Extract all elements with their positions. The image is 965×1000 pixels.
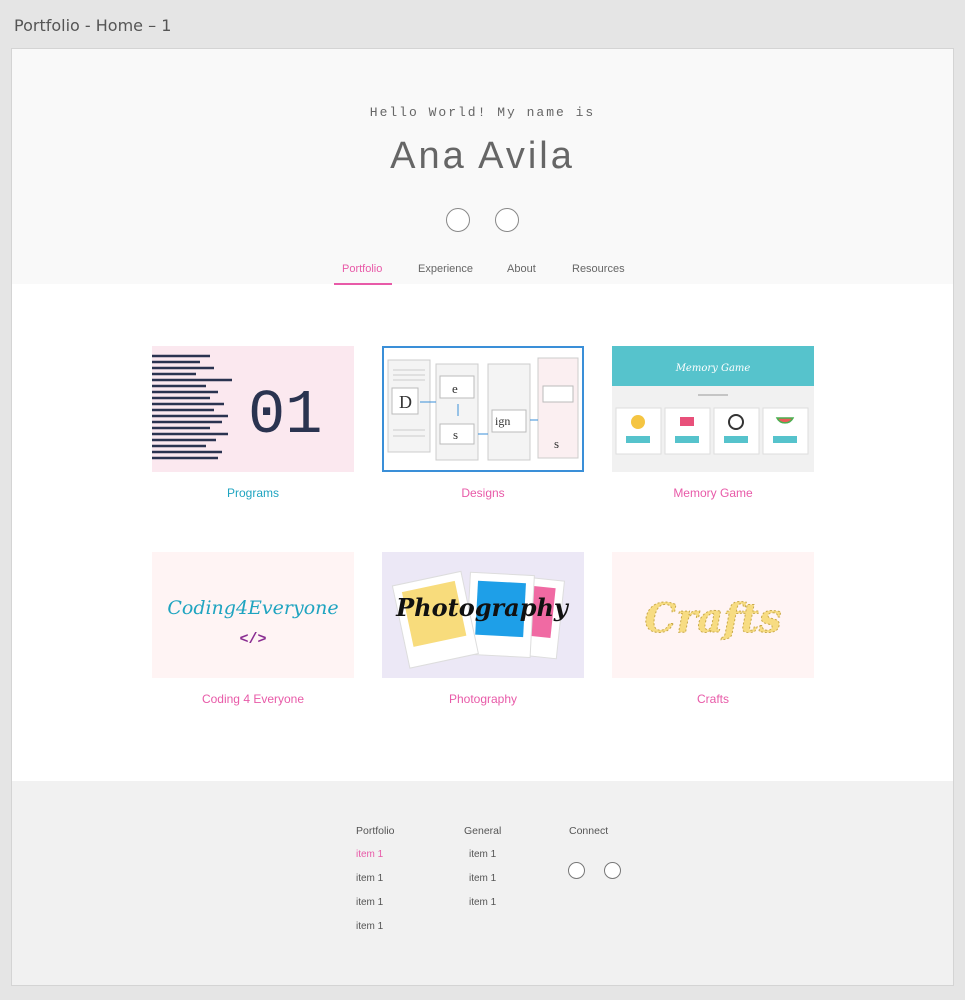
svg-text:s: s (453, 427, 458, 442)
artboard: Hello World! My name is Ana Avila Portfo… (11, 48, 954, 986)
social-icon[interactable] (446, 208, 470, 232)
tab-experience[interactable]: Experience (418, 263, 473, 275)
footer-column-portfolio: Portfolio item 1 item 1 item 1 item 1 (356, 825, 395, 945)
memory-game-thumbnail[interactable]: Memory Game (612, 346, 814, 472)
social-icon[interactable] (495, 208, 519, 232)
card-label-coding-4-everyone[interactable]: Coding 4 Everyone (152, 692, 354, 706)
svg-text:e: e (452, 381, 458, 396)
svg-text:ign: ign (495, 414, 510, 428)
footer-column-connect: Connect (569, 825, 608, 849)
hero-section: Hello World! My name is Ana Avila Portfo… (12, 49, 953, 285)
crafts-thumbnail-art: Crafts (644, 595, 782, 643)
designs-thumbnail[interactable]: D e s ign s (382, 346, 584, 472)
svg-text:Memory Game: Memory Game (675, 363, 751, 374)
card-label-designs[interactable]: Designs (382, 486, 584, 500)
coding-thumbnail-art: Coding4Everyone </> (167, 597, 338, 648)
tab-resources[interactable]: Resources (572, 263, 625, 275)
footer-heading: General (464, 825, 502, 837)
footer-link[interactable]: item 1 (356, 921, 395, 945)
footer-link[interactable]: item 1 (356, 873, 395, 897)
svg-text:Crafts: Crafts (644, 595, 781, 642)
portfolio-tabs: Portfolio Experience About Resources (12, 263, 953, 285)
memory-game-thumbnail-art: Memory Game (612, 346, 814, 455)
footer-social-icon[interactable] (568, 862, 585, 879)
card-label-crafts[interactable]: Crafts (612, 692, 814, 706)
crafts-thumbnail[interactable]: Crafts (612, 552, 814, 678)
footer-column-general: General item 1 item 1 item 1 (464, 825, 501, 921)
footer-link[interactable]: item 1 (356, 849, 395, 873)
card-label-memory-game[interactable]: Memory Game (612, 486, 814, 500)
footer-link[interactable]: item 1 (464, 849, 501, 873)
svg-text:s: s (554, 436, 559, 451)
footer-social-icon[interactable] (604, 862, 621, 879)
programs-thumb-number: 01 (248, 380, 322, 451)
svg-text:Coding4Everyone: Coding4Everyone (167, 597, 338, 619)
programs-thumbnail-art: 01 (152, 354, 322, 460)
photography-thumbnail-art: Photography (391, 570, 570, 669)
footer-link[interactable]: item 1 (464, 897, 501, 921)
coding-thumbnail[interactable]: Coding4Everyone </> (152, 552, 354, 678)
footer-link[interactable]: item 1 (356, 897, 395, 921)
active-tab-indicator (334, 283, 392, 285)
programs-thumbnail[interactable]: 01 (152, 346, 354, 472)
svg-text:</>: </> (239, 631, 266, 648)
card-label-photography[interactable]: Photography (382, 692, 584, 706)
tab-portfolio[interactable]: Portfolio (342, 263, 382, 275)
greeting-text: Hello World! My name is (369, 105, 596, 120)
card-label-programs[interactable]: Programs (152, 486, 354, 500)
svg-text:D: D (399, 392, 412, 412)
footer: Portfolio item 1 item 1 item 1 item 1 Ge… (12, 781, 953, 985)
designs-thumbnail-art: D e s ign s (387, 357, 579, 461)
artboard-title: Portfolio - Home – 1 (14, 16, 172, 35)
footer-link[interactable]: item 1 (464, 873, 501, 897)
svg-text:Photography: Photography (395, 593, 570, 622)
footer-heading: Connect (569, 825, 609, 837)
tab-about[interactable]: About (507, 263, 536, 275)
photography-thumbnail[interactable]: Photography (382, 552, 584, 678)
name-heading: Ana Avila (390, 135, 575, 177)
footer-heading: Portfolio (356, 825, 395, 837)
